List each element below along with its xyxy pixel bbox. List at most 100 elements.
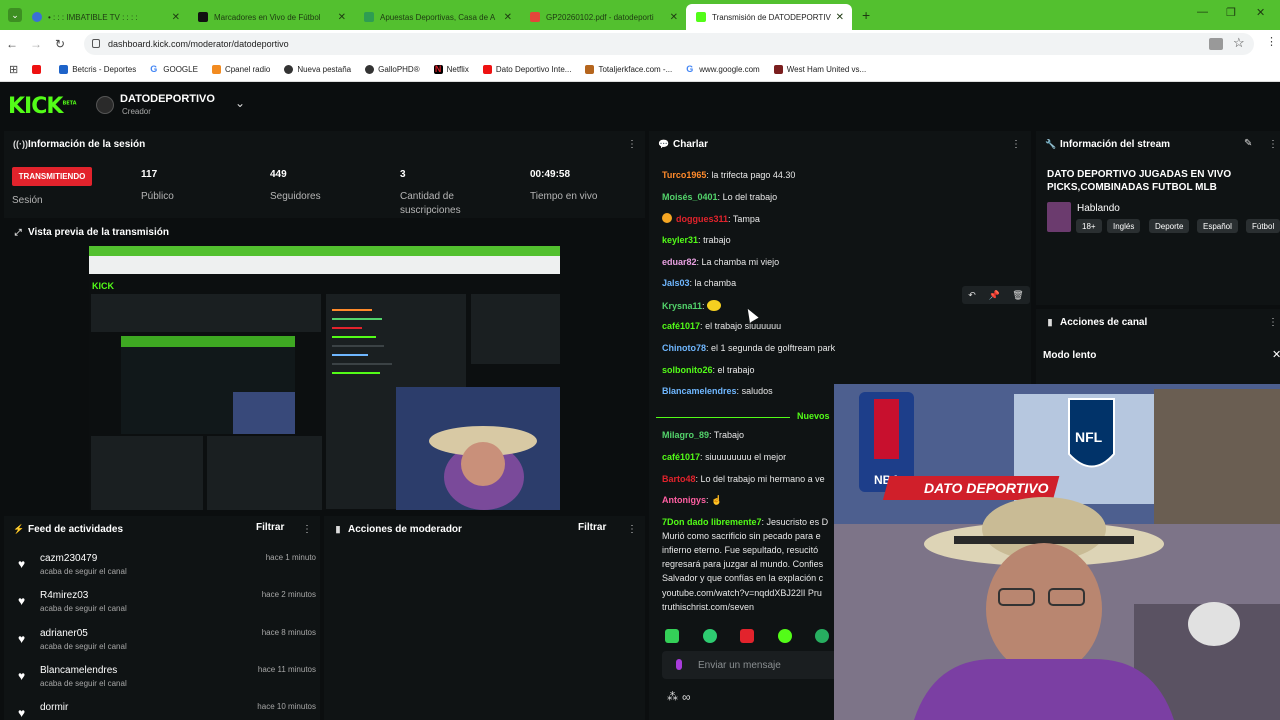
bookmark-item[interactable]: Gwww.google.com	[686, 65, 760, 74]
menu-icon[interactable]: ⋮	[1266, 35, 1277, 48]
chat-username[interactable]: Milagro_89	[662, 430, 709, 440]
edit-icon[interactable]: ✎	[1244, 138, 1252, 149]
tag[interactable]: Inglés	[1107, 219, 1141, 233]
bookmark-item[interactable]: Betcris - Deportes	[59, 65, 136, 74]
chat-message: eduar82: La chamba mi viejo	[662, 257, 780, 267]
chat-username[interactable]: Antonigys	[662, 495, 706, 505]
mod-filter-button[interactable]: Filtrar	[578, 522, 606, 533]
chat-username[interactable]: 7Don dado libremente7	[662, 517, 762, 527]
bookmark-item[interactable]: N Netflix	[433, 65, 469, 74]
chat-username[interactable]: Chinoto78	[662, 343, 706, 353]
follower-name[interactable]: cazm230479	[40, 553, 97, 564]
follower-name[interactable]: dormir	[40, 702, 68, 713]
chat-text-line: infierno eterno. Fue sepultado, resucitó	[662, 545, 819, 555]
bookmark-item[interactable]	[32, 65, 45, 74]
chat-username[interactable]: café1017	[662, 452, 700, 462]
follower-name[interactable]: adrianer05	[40, 628, 88, 639]
preview-chat-line	[332, 336, 376, 338]
bookmark-item[interactable]: Cpanel radio	[211, 65, 271, 74]
chat-username[interactable]: keyler31	[662, 235, 698, 245]
tag[interactable]: Fútbol	[1246, 219, 1280, 233]
bookmark-item[interactable]: Nueva pestaña	[284, 65, 351, 74]
more-options-icon[interactable]: ⋮	[1011, 139, 1021, 150]
chevron-down-icon[interactable]: ⌄	[235, 96, 245, 110]
bookmark-item[interactable]: GalloPHD®	[365, 65, 420, 74]
more-options-icon[interactable]: ⋮	[1268, 139, 1278, 150]
chat-text: Jesucristo es D	[766, 517, 829, 527]
category-thumbnail[interactable]	[1047, 202, 1071, 232]
apps-grid-icon[interactable]: ⊞	[9, 63, 18, 76]
follower-name[interactable]: Blancamelendres	[40, 665, 117, 676]
translate-icon[interactable]	[1209, 38, 1223, 50]
chat-username[interactable]: Krysna11	[662, 301, 702, 311]
tag[interactable]: 18+	[1076, 219, 1102, 233]
site-info-icon[interactable]	[92, 39, 100, 48]
chat-input[interactable]: Enviar un mensaje	[662, 651, 862, 679]
more-options-icon[interactable]: ⋮	[302, 524, 312, 535]
chat-username[interactable]: eduar82	[662, 257, 697, 267]
follower-name[interactable]: R4mirez03	[40, 590, 88, 601]
close-window-icon[interactable]: ✕	[1256, 6, 1265, 19]
forward-icon[interactable]: →	[24, 37, 48, 51]
tag[interactable]: Deporte	[1149, 219, 1190, 233]
chat-username[interactable]: doggues311	[676, 214, 728, 224]
more-options-icon[interactable]: ⋮	[1268, 317, 1278, 328]
close-tab-icon[interactable]: ✕	[504, 12, 512, 23]
chat-username[interactable]: café1017	[662, 321, 700, 331]
tag[interactable]: Español	[1197, 219, 1238, 233]
bookmark-item[interactable]: G GOOGLE	[150, 65, 198, 74]
bookmark-item[interactable]: West Ham United vs...	[773, 65, 866, 74]
chat-text: Lo del trabajo mi hermano a ve	[700, 474, 825, 484]
browser-tab[interactable]: Marcadores en Vivo de Fútbol ✕	[188, 4, 354, 30]
chat-username[interactable]: Blancamelendres	[662, 386, 737, 396]
back-icon[interactable]: ←	[0, 37, 24, 51]
new-tab-icon[interactable]: +	[862, 7, 870, 23]
close-icon[interactable]: ✕	[1272, 348, 1280, 361]
browser-tab[interactable]: • : : : IMBATIBLE TV : : : : ✕	[22, 4, 188, 30]
bookmark-item[interactable]: Totaljerkface.com -...	[585, 65, 672, 74]
pin-icon[interactable]: 📌	[988, 290, 999, 301]
reload-icon[interactable]: ↻	[48, 37, 72, 51]
browser-tab[interactable]: Apuestas Deportivas, Casa de A ✕	[354, 4, 520, 30]
tab-search-icon[interactable]: ⌄	[8, 8, 22, 22]
chat-username[interactable]: Turco1965	[662, 170, 706, 180]
emote-icon[interactable]	[665, 629, 679, 643]
undo-icon[interactable]: ↶	[968, 290, 976, 301]
close-tab-icon[interactable]: ✕	[338, 12, 346, 23]
trash-icon[interactable]: 🗑	[1012, 290, 1023, 301]
channel-name[interactable]: DATODEPORTIVO	[120, 93, 215, 105]
chat-username[interactable]: solbonito26	[662, 365, 713, 375]
feed-filter-button[interactable]: Filtrar	[256, 522, 284, 533]
browser-tab-active[interactable]: Transmisión de DATODEPORTIV ✕	[686, 4, 852, 30]
emote-icon[interactable]	[815, 629, 829, 643]
infinity-icon[interactable]: ∞	[682, 690, 691, 704]
bookmark-label: Cpanel radio	[224, 65, 271, 74]
maximize-icon[interactable]: ❐	[1226, 6, 1236, 19]
emote-icon[interactable]	[778, 629, 792, 643]
chat-username[interactable]: Jals03	[662, 278, 690, 288]
category-name[interactable]: Hablando	[1077, 203, 1120, 214]
microphone-icon[interactable]	[676, 659, 682, 670]
minimize-icon[interactable]: —	[1197, 6, 1208, 18]
url-field[interactable]: dashboard.kick.com/moderator/datodeporti…	[84, 33, 1254, 55]
close-tab-icon[interactable]: ✕	[670, 12, 678, 23]
more-options-icon[interactable]: ⋮	[627, 139, 637, 150]
webcam-image: NBA NFL DATO DEPORTIVO	[834, 384, 1280, 720]
close-tab-icon[interactable]: ✕	[836, 12, 844, 23]
viewers-label: Público	[141, 191, 174, 202]
chat-text: saludos	[741, 386, 773, 396]
list-item: ♥ adrianer05 acaba de seguir el canal ha…	[4, 628, 324, 665]
chat-message: Krysna11:	[662, 300, 722, 311]
close-tab-icon[interactable]: ✕	[172, 12, 180, 23]
users-icon[interactable]: ⁂	[667, 690, 678, 703]
bookmark-star-icon[interactable]: ☆	[1233, 35, 1245, 51]
emote-icon[interactable]	[703, 629, 717, 643]
bookmark-item[interactable]: Dato Deportivo Inte...	[482, 65, 571, 74]
chat-username[interactable]: Barto48	[662, 474, 696, 484]
more-options-icon[interactable]: ⋮	[627, 524, 637, 535]
browser-tab[interactable]: GP20260102.pdf - datodeporti ✕	[520, 4, 686, 30]
chat-username[interactable]: Moisés_0401	[662, 192, 718, 202]
emote-icon[interactable]	[740, 629, 754, 643]
stream-preview-video[interactable]: KICK	[89, 246, 560, 510]
kick-logo[interactable]: KICKBETA	[8, 94, 77, 119]
